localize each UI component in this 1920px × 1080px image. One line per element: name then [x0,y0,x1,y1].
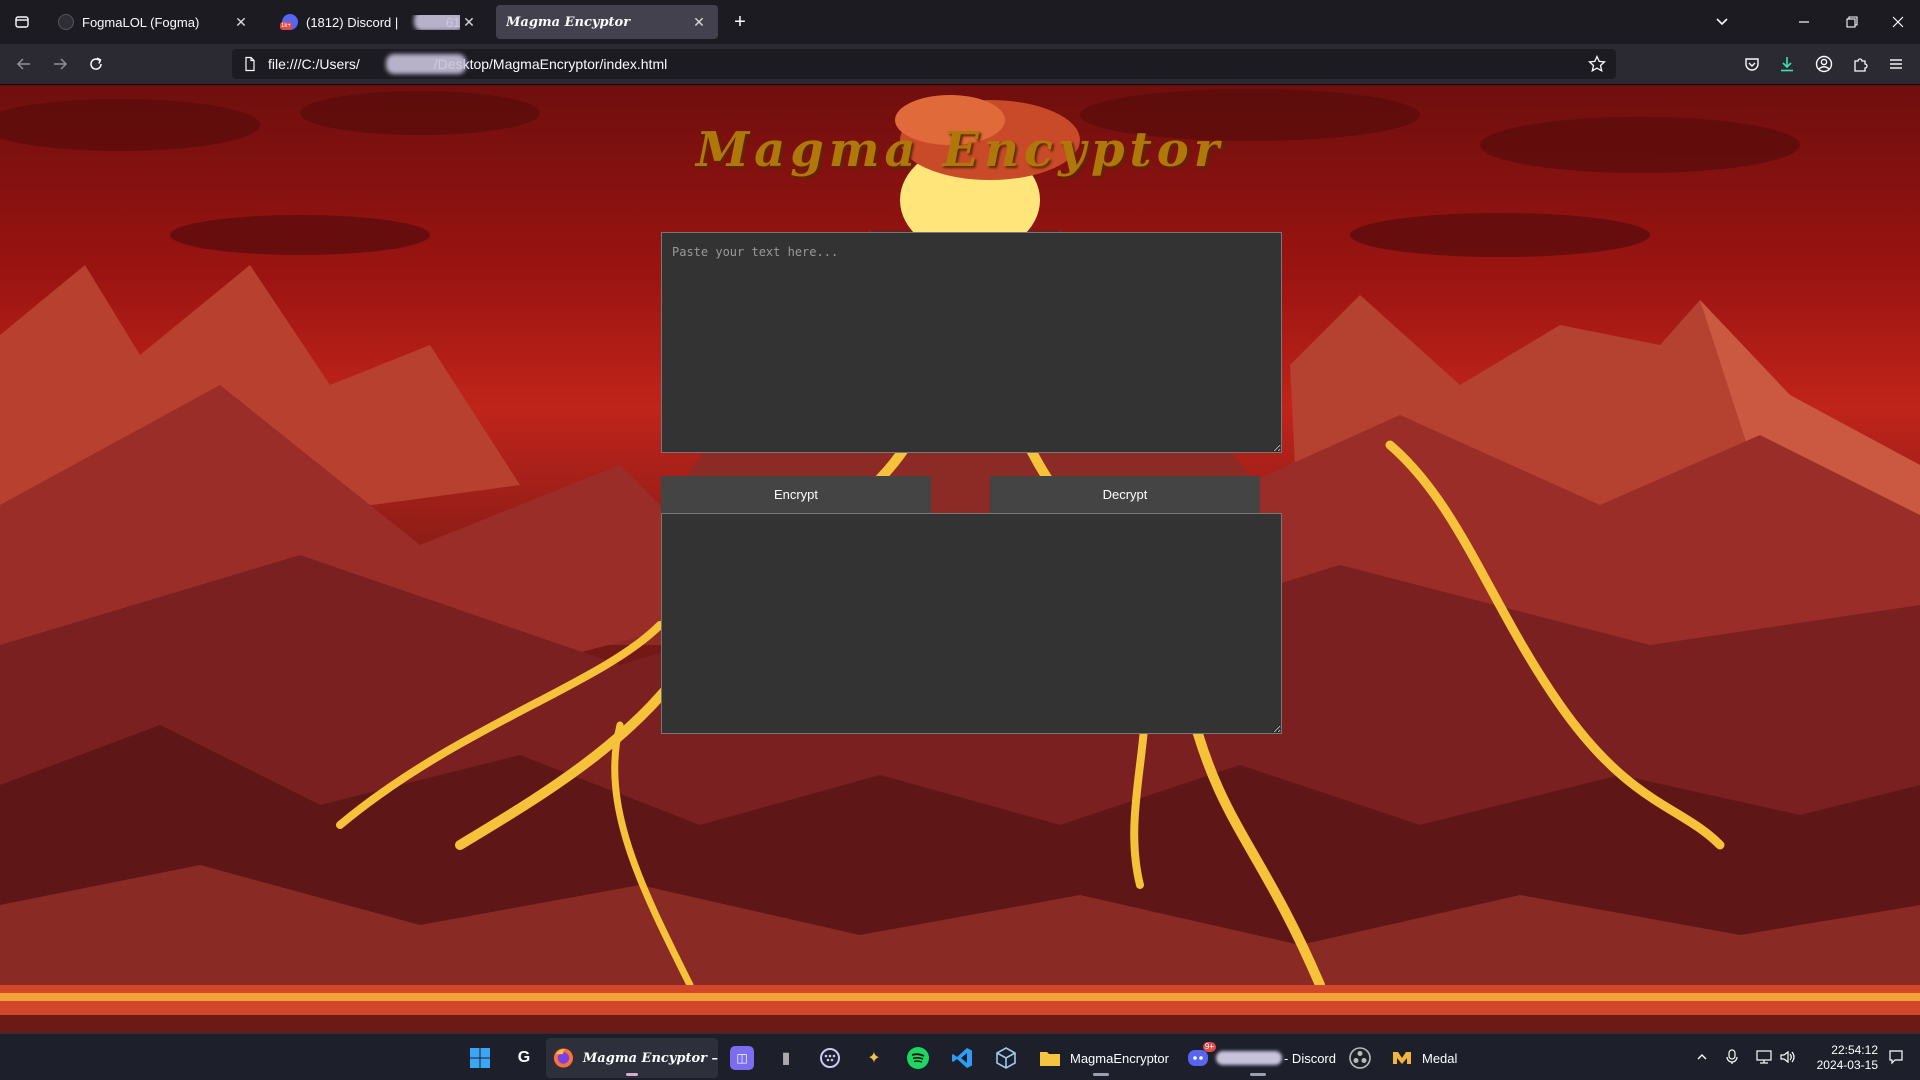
minimize-icon[interactable] [1788,8,1820,36]
input-textarea[interactable] [661,232,1282,453]
terminal-icon: ▮ [781,1050,791,1067]
windows-icon [470,1048,490,1068]
new-tab-icon[interactable]: + [728,10,752,34]
medal-window[interactable]: Medal [1384,1038,1466,1078]
discord-window[interactable]: 9+ - Discord [1180,1038,1336,1078]
tab-title: (1812) Discord | [306,14,402,30]
taskbar-label: Magma Encyptor – [582,1050,718,1066]
redaction-scribble [414,14,460,30]
downloads-icon[interactable] [1773,50,1801,78]
wand-icon: ✦ [867,1050,881,1067]
close-tab-icon[interactable]: ✕ [232,13,250,31]
restore-icon[interactable] [1836,8,1868,36]
forward-arrow-icon[interactable] [46,50,74,78]
taskbar: G Magma Encyptor – ◫ ▮ ✦ MagmaEncryptor … [0,1033,1920,1080]
tab-badge: 1k+ [280,22,292,30]
address-bar[interactable]: file:///C:/Users/ /Desktop/MagmaEncryptor… [232,49,1616,79]
fogma-favicon-icon [58,14,74,30]
discord-favicon-icon: 1k+ [280,14,298,30]
medal-icon [1393,1052,1411,1064]
redaction-scribble [1216,1051,1282,1065]
app-title: Magma Encyptor [695,122,1225,178]
app-launcher[interactable]: ◫ [722,1038,762,1078]
box-app[interactable] [986,1038,1026,1078]
wand-app[interactable]: ✦ [854,1038,894,1078]
microphone-icon[interactable] [1720,1042,1744,1072]
folder-icon [1040,1052,1060,1066]
account-icon[interactable] [1810,50,1838,78]
box-icon [996,1047,1016,1069]
redaction-scribble [386,54,466,74]
network-icon[interactable] [1752,1042,1776,1072]
running-indicator [1093,1073,1109,1076]
spotify-app[interactable] [898,1038,938,1078]
extensions-icon[interactable] [1846,50,1874,78]
chevron-down-icon[interactable] [1706,8,1738,36]
close-tab-icon[interactable]: ✕ [690,13,708,31]
tab-title: Magma Encyptor [506,14,631,30]
notification-badge: 9+ [1202,1042,1216,1052]
back-arrow-icon[interactable] [10,50,38,78]
taskbar-label: - Discord [1283,1050,1336,1066]
clock-date: 2024-03-15 [1816,1058,1878,1072]
navigation-toolbar: file:///C:/Users/ /Desktop/MagmaEncryptor… [0,44,1920,85]
tab-title: FogmaLOL (Fogma) [82,14,200,30]
url-text-suffix: /Desktop/MagmaEncryptor/index.html [433,56,668,72]
terminal-app[interactable]: ▮ [766,1038,806,1078]
firefox-icon [553,1048,574,1068]
output-textarea[interactable] [661,513,1282,734]
page-icon [245,56,255,72]
logitech-icon: G [517,1049,531,1066]
notifications-icon[interactable] [1884,1042,1908,1072]
url-text: file:///C:/Users/ [268,56,360,72]
menu-icon[interactable] [1882,50,1910,78]
active-indicator [626,1073,638,1076]
start-button[interactable] [460,1038,500,1078]
clock-time: 22:54:12 [1831,1043,1878,1057]
logitech-app[interactable]: G [504,1038,544,1078]
tab-discord[interactable]: 1k+ (1812) Discord | 61 ✕ [272,5,488,39]
tab-list-icon[interactable] [8,8,36,36]
close-window-icon[interactable] [1882,8,1914,36]
obs-app[interactable] [1340,1038,1380,1078]
bookmark-star-icon[interactable] [1588,55,1606,73]
encrypt-button[interactable]: Encrypt [661,476,931,513]
tab-strip: FogmaLOL (Fogma) ✕ 1k+ (1812) Discord | … [0,0,1920,44]
vscode-app[interactable] [942,1038,982,1078]
decrypt-button[interactable]: Decrypt [990,476,1260,513]
tab-magma-encryptor[interactable]: Magma Encyptor ✕ [496,5,718,39]
dial-icon [820,1048,840,1068]
close-tab-icon[interactable]: ✕ [460,13,478,31]
app-icon: ◫ [730,1046,754,1070]
keypad-app[interactable] [810,1038,850,1078]
firefox-window[interactable]: Magma Encyptor – [546,1038,718,1078]
vscode-icon [952,1048,972,1068]
tab-fogma[interactable]: FogmaLOL (Fogma) ✕ [48,5,260,39]
system-clock[interactable]: 22:54:12 2024-03-15 [1817,1043,1878,1073]
reload-icon[interactable] [82,50,110,78]
explorer-window[interactable]: MagmaEncryptor [1032,1038,1170,1078]
volume-icon[interactable] [1776,1042,1800,1072]
page-viewport: Magma Encyptor Encrypt Decrypt [0,85,1920,1033]
spotify-icon [907,1047,929,1069]
obs-icon [1349,1047,1371,1069]
taskbar-label: Medal [1422,1050,1458,1066]
running-indicator [1250,1073,1266,1076]
taskbar-label: MagmaEncryptor [1070,1050,1169,1066]
pocket-icon[interactable] [1738,50,1766,78]
chevron-up-icon[interactable] [1690,1042,1714,1072]
